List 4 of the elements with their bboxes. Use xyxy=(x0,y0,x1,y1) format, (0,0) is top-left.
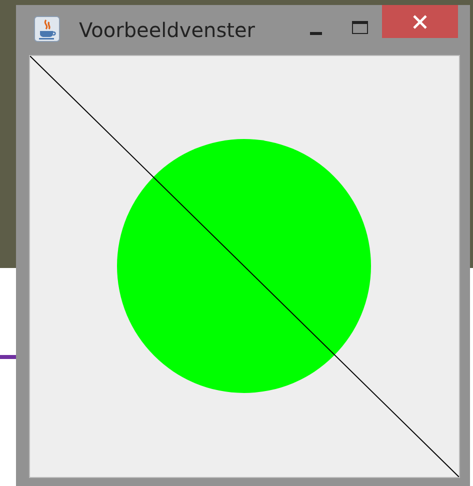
coffee-cup-icon xyxy=(34,16,60,42)
close-icon xyxy=(413,14,427,28)
close-button[interactable] xyxy=(382,5,458,38)
window-title: Voorbeeldvenster xyxy=(79,18,255,42)
